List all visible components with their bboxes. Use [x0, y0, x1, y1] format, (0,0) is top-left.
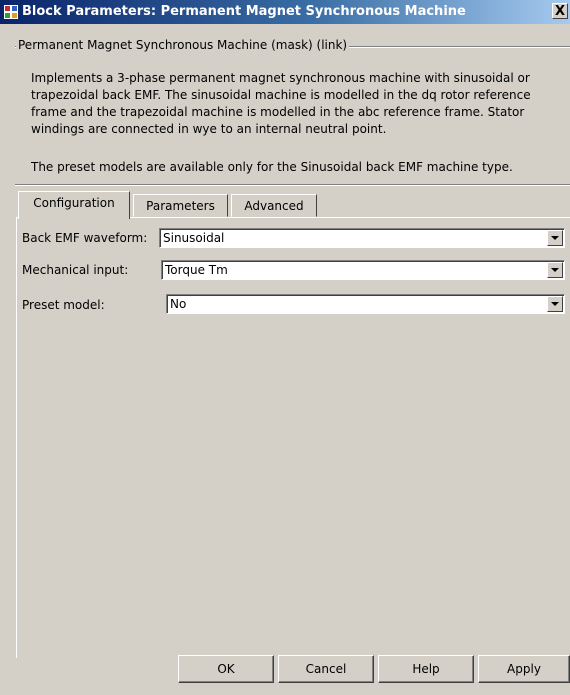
back-emf-label: Back EMF waveform:: [22, 231, 148, 245]
preset-note: The preset models are available only for…: [31, 160, 513, 174]
tab-advanced[interactable]: Advanced: [231, 194, 317, 217]
apply-button[interactable]: Apply: [478, 655, 570, 683]
preset-model-value: No: [170, 297, 187, 311]
mechanical-input-select[interactable]: Torque Tm: [161, 260, 565, 280]
preset-model-select[interactable]: No: [166, 294, 565, 314]
chevron-down-icon: [551, 268, 559, 272]
window-title: Block Parameters: Permanent Magnet Synch…: [22, 4, 466, 19]
mechanical-input-label: Mechanical input:: [22, 263, 129, 277]
separator: [15, 184, 570, 186]
dialog-window: Block Parameters: Permanent Magnet Synch…: [0, 0, 570, 695]
help-button[interactable]: Help: [378, 655, 474, 683]
back-emf-dropdown-button[interactable]: [547, 230, 563, 246]
back-emf-value: Sinusoidal: [163, 231, 225, 245]
close-button[interactable]: X: [552, 3, 568, 19]
tab-configuration[interactable]: Configuration: [18, 191, 130, 219]
tab-label: Parameters: [146, 199, 215, 213]
title-bar[interactable]: Block Parameters: Permanent Magnet Synch…: [0, 0, 570, 24]
mechanical-input-dropdown-button[interactable]: [547, 262, 563, 278]
chevron-down-icon: [551, 302, 559, 306]
block-description: Implements a 3-phase permanent magnet sy…: [31, 71, 531, 136]
back-emf-select[interactable]: Sinusoidal: [159, 228, 565, 248]
close-icon: X: [554, 4, 566, 19]
tab-parameters[interactable]: Parameters: [133, 194, 228, 217]
chevron-down-icon: [551, 236, 559, 240]
ok-button[interactable]: OK: [178, 655, 274, 683]
tab-panel-configuration: [16, 217, 570, 658]
preset-model-label: Preset model:: [22, 298, 105, 312]
group-legend: Permanent Magnet Synchronous Machine (ma…: [16, 38, 350, 52]
mechanical-input-value: Torque Tm: [165, 263, 228, 277]
cancel-button[interactable]: Cancel: [278, 655, 374, 683]
tab-label: Configuration: [33, 196, 115, 210]
preset-model-dropdown-button[interactable]: [547, 296, 563, 312]
simulink-block-icon: [4, 5, 18, 19]
tab-label: Advanced: [244, 199, 304, 213]
